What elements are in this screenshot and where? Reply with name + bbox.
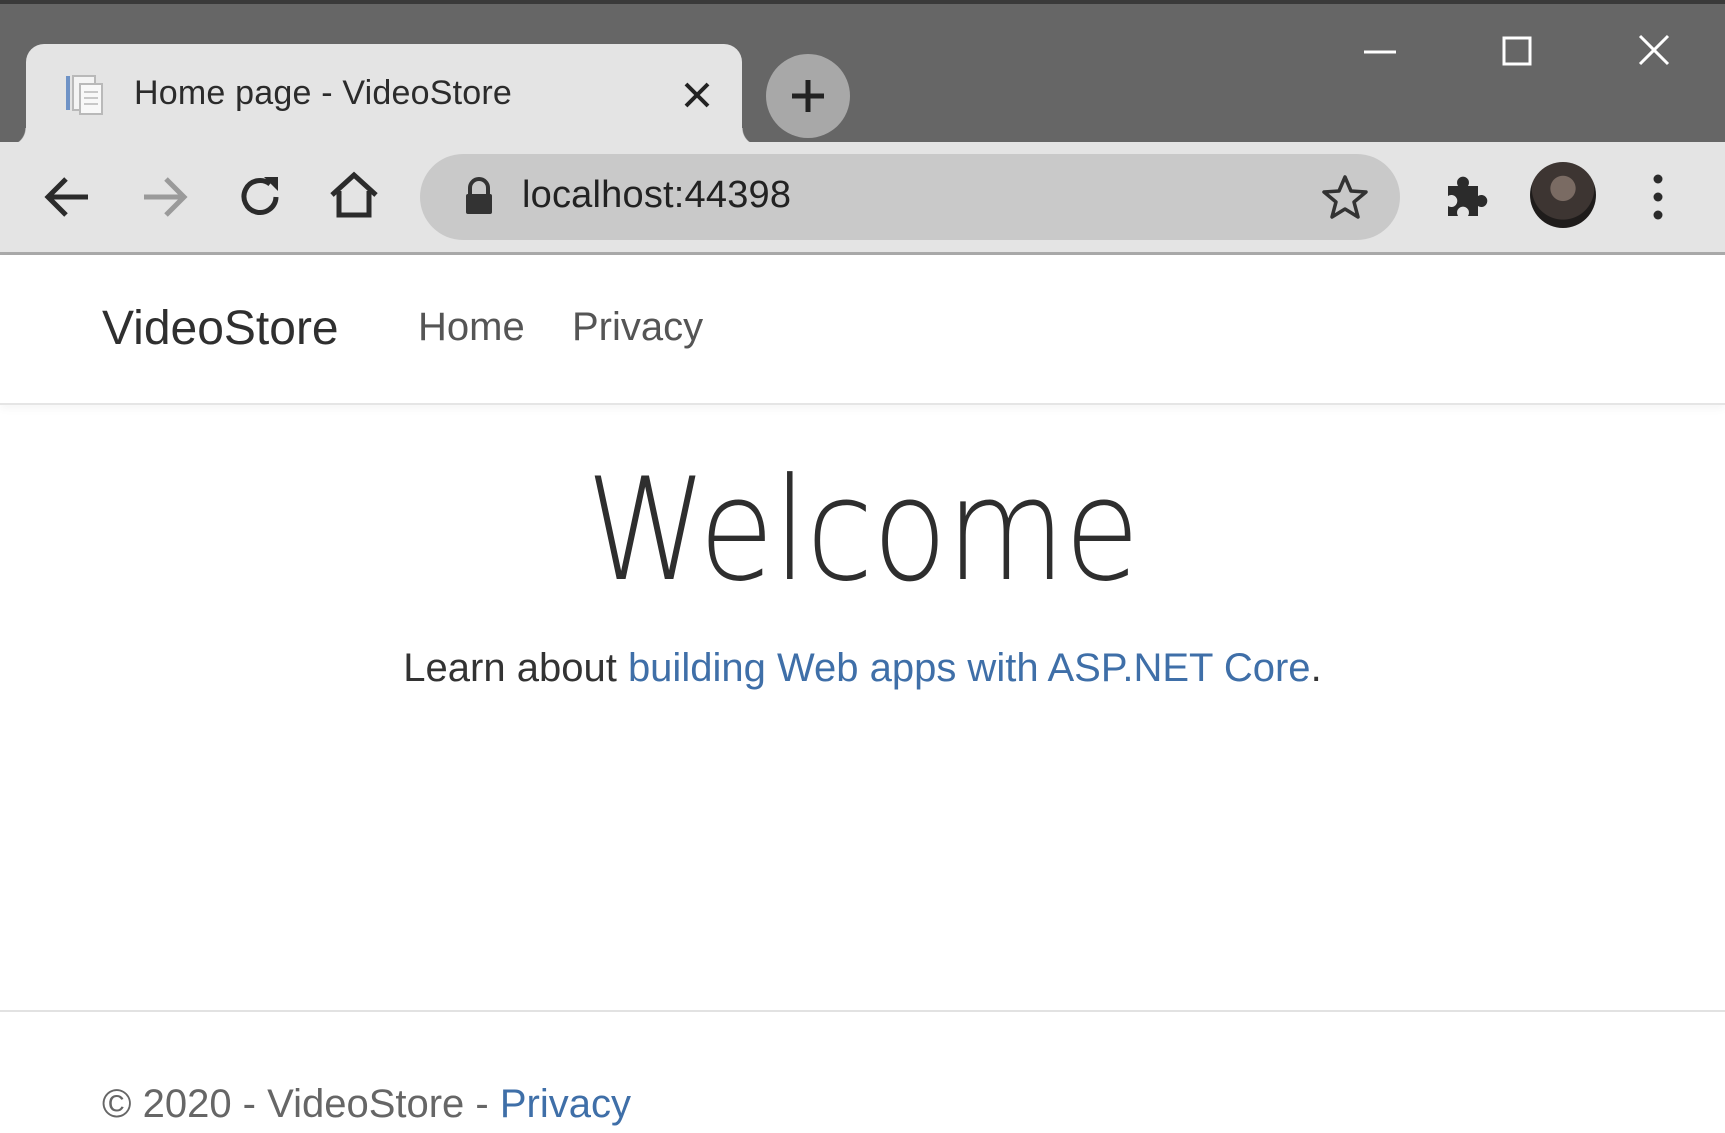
- footer-privacy-link[interactable]: Privacy: [500, 1082, 631, 1126]
- lead-prefix: Learn about: [403, 646, 628, 690]
- tab-title: Home page - VideoStore: [134, 74, 513, 112]
- avatar[interactable]: [1530, 162, 1596, 228]
- new-tab-button[interactable]: [766, 54, 850, 138]
- puzzle-icon[interactable]: [1438, 168, 1494, 224]
- browser-tab[interactable]: Home page - VideoStore: [8, 44, 760, 146]
- nav-home-link[interactable]: Home: [418, 305, 525, 350]
- plus-icon: [792, 80, 824, 112]
- minimize-icon[interactable]: [1350, 26, 1410, 78]
- browser-toolbar: localhost:44398: [0, 142, 1725, 255]
- footer-copyright: © 2020 - VideoStore -: [102, 1082, 500, 1126]
- lock-icon[interactable]: [460, 176, 498, 218]
- url-text[interactable]: localhost:44398: [522, 174, 791, 217]
- address-bar[interactable]: localhost:44398: [420, 154, 1400, 240]
- site-footer: © 2020 - VideoStore - Privacy: [0, 1010, 1725, 1133]
- maximize-icon[interactable]: [1487, 26, 1547, 78]
- home-icon[interactable]: [326, 167, 382, 223]
- brand-link[interactable]: VideoStore: [102, 301, 339, 356]
- footer-text: © 2020 - VideoStore - Privacy: [102, 1082, 631, 1127]
- browser-titlebar: Home page - VideoStore: [0, 0, 1725, 146]
- lead-text: Learn about building Web apps with ASP.N…: [0, 646, 1725, 691]
- nav-privacy-link[interactable]: Privacy: [572, 305, 703, 350]
- close-icon[interactable]: [680, 78, 714, 112]
- star-icon[interactable]: [1320, 172, 1370, 222]
- arrow-left-icon[interactable]: [40, 169, 96, 225]
- page-heading: Welcome: [586, 448, 1139, 613]
- reload-icon[interactable]: [232, 169, 288, 225]
- kebab-menu-icon[interactable]: [1630, 169, 1686, 225]
- site-navbar: VideoStore Home Privacy: [0, 255, 1725, 405]
- window-close-icon[interactable]: [1624, 26, 1684, 78]
- arrow-right-icon[interactable]: [136, 169, 192, 225]
- lead-suffix: .: [1310, 646, 1322, 690]
- page-icon: [66, 75, 103, 115]
- docs-link[interactable]: building Web apps with ASP.NET Core: [628, 646, 1311, 690]
